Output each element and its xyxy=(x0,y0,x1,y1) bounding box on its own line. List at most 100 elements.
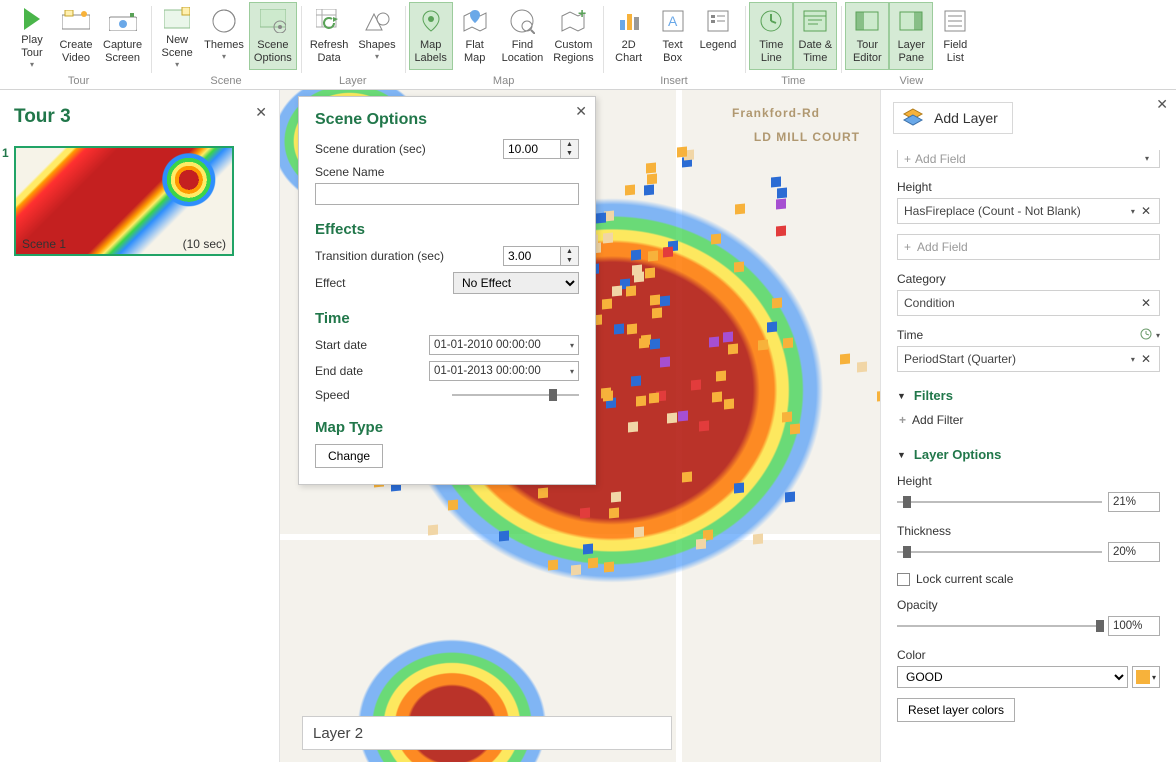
ribbon: Play Tour▾ Create Video Capture Screen T… xyxy=(0,0,1176,90)
popup-close[interactable]: ✕ xyxy=(575,103,587,120)
refresh-icon xyxy=(313,5,345,37)
new-scene-button[interactable]: New Scene▾ xyxy=(155,2,199,70)
text-box-button[interactable]: A Text Box xyxy=(651,2,695,70)
opacity-slider[interactable] xyxy=(897,625,1102,627)
legend-icon xyxy=(702,5,734,37)
scene-group-label: Scene xyxy=(155,75,297,89)
transition-duration-label: Transition duration (sec) xyxy=(315,249,503,263)
insert-group-label: Insert xyxy=(607,75,742,89)
scene-duration-spinner[interactable]: ▲▼ xyxy=(503,139,579,159)
time-field-chip[interactable]: PeriodStart (Quarter)▾✕ xyxy=(897,346,1160,372)
add-layer-button[interactable]: Add Layer xyxy=(893,102,1013,134)
textbox-icon: A xyxy=(657,5,689,37)
camera-icon xyxy=(107,5,139,37)
tour-group-label: Tour xyxy=(10,75,147,89)
scene-thumbnail[interactable]: 1 Scene 1 (10 sec) xyxy=(14,146,265,256)
scene-options-button[interactable]: Scene Options xyxy=(249,2,297,70)
opacity-value[interactable]: 100% xyxy=(1108,616,1160,636)
change-map-button[interactable]: Change xyxy=(315,444,383,468)
shapes-button[interactable]: Shapes▾ xyxy=(353,2,400,70)
map-group-label: Map xyxy=(409,75,599,89)
new-scene-icon xyxy=(161,5,193,32)
start-date-input[interactable]: 01-01-2010 00:00:00▾ xyxy=(429,335,579,355)
capture-screen-button[interactable]: Capture Screen xyxy=(98,2,147,70)
effect-label: Effect xyxy=(315,276,453,290)
lock-scale-checkbox[interactable]: Lock current scale xyxy=(897,572,1160,586)
themes-icon xyxy=(208,5,240,37)
layer-pane-close[interactable]: ✕ xyxy=(1156,96,1168,113)
field-list-icon xyxy=(939,5,971,37)
thickness-value[interactable]: 20% xyxy=(1108,542,1160,562)
end-date-input[interactable]: 01-01-2013 00:00:00▾ xyxy=(429,361,579,381)
tour-editor-button[interactable]: Tour Editor xyxy=(845,2,889,70)
layers-icon xyxy=(902,107,924,129)
map-labels-icon xyxy=(415,5,447,37)
speed-slider[interactable] xyxy=(452,387,579,403)
layer-group-label: Layer xyxy=(305,75,401,89)
shapes-icon xyxy=(361,5,393,37)
add-filter-button[interactable]: +Add Filter xyxy=(897,409,1160,431)
legend-button[interactable]: Legend xyxy=(695,2,742,70)
field-list-button[interactable]: Field List xyxy=(933,2,977,70)
height-slider[interactable] xyxy=(897,501,1102,503)
clock-icon xyxy=(755,5,787,37)
category-label: Category xyxy=(897,272,1160,286)
start-date-label: Start date xyxy=(315,338,429,352)
scene-name-label: Scene 1 xyxy=(22,237,66,251)
create-video-button[interactable]: Create Video xyxy=(54,2,98,70)
thickness-slider[interactable] xyxy=(897,551,1102,553)
layer-pane-icon xyxy=(895,5,927,37)
find-location-button[interactable]: Find Location xyxy=(497,2,549,70)
transition-duration-spinner[interactable]: ▲▼ xyxy=(503,246,579,266)
effects-heading: Effects xyxy=(315,221,579,238)
add-field-partial[interactable]: +Add Field▾ xyxy=(897,150,1160,168)
refresh-data-button[interactable]: Refresh Data xyxy=(305,2,354,70)
remove-icon[interactable]: ✕ xyxy=(1139,352,1153,366)
datetime-icon xyxy=(799,5,831,37)
category-field-chip[interactable]: Condition✕ xyxy=(897,290,1160,316)
tour-editor-pane: Tour 3 ✕ 1 Scene 1 (10 sec) xyxy=(0,90,280,762)
play-tour-button[interactable]: Play Tour▾ xyxy=(10,2,54,70)
video-icon xyxy=(60,5,92,37)
remove-icon[interactable]: ✕ xyxy=(1139,296,1153,310)
time-heading: Time xyxy=(315,310,579,327)
end-date-label: End date xyxy=(315,364,429,378)
height-value[interactable]: 21% xyxy=(1108,492,1160,512)
scene-options-icon xyxy=(257,5,289,37)
time-label: Time ▾ xyxy=(897,328,1160,342)
scene-duration-label: (10 sec) xyxy=(183,237,226,251)
flat-map-icon xyxy=(459,5,491,37)
popup-title: Scene Options xyxy=(315,111,579,129)
opt-thick-label: Thickness xyxy=(897,524,1160,538)
layer-name-box[interactable]: Layer 2 xyxy=(302,716,672,750)
layer-options-section[interactable]: ▼Layer Options xyxy=(897,447,1160,462)
add-field-button[interactable]: +Add Field xyxy=(897,234,1160,260)
scene-name-label: Scene Name xyxy=(315,165,384,179)
tour-close-button[interactable]: ✕ xyxy=(255,104,267,121)
chart-icon xyxy=(613,5,645,37)
find-location-icon xyxy=(506,5,538,37)
svg-text:A: A xyxy=(668,13,678,29)
color-select[interactable]: GOOD xyxy=(897,666,1128,688)
custom-regions-button[interactable]: + Custom Regions xyxy=(548,2,598,70)
layer-pane-button[interactable]: Layer Pane xyxy=(889,2,933,70)
scene-duration-label: Scene duration (sec) xyxy=(315,142,503,156)
color-label: Color xyxy=(897,648,1160,662)
color-swatch[interactable]: ▾ xyxy=(1132,666,1160,688)
scene-name-input[interactable] xyxy=(315,183,579,205)
height-field-chip[interactable]: HasFireplace (Count - Not Blank)▾✕ xyxy=(897,198,1160,224)
themes-button[interactable]: Themes▾ xyxy=(199,2,249,70)
time-line-button[interactable]: Time Line xyxy=(749,2,793,70)
reset-colors-button[interactable]: Reset layer colors xyxy=(897,698,1015,722)
opt-height-label: Height xyxy=(897,474,1160,488)
map-labels-button[interactable]: Map Labels xyxy=(409,2,453,70)
clock-small-icon[interactable] xyxy=(1140,328,1154,342)
effect-select[interactable]: No Effect xyxy=(453,272,579,294)
time-group-label: Time xyxy=(749,75,837,89)
date-time-button[interactable]: Date & Time xyxy=(793,2,837,70)
remove-icon[interactable]: ✕ xyxy=(1139,204,1153,218)
2d-chart-button[interactable]: 2D Chart xyxy=(607,2,651,70)
play-icon xyxy=(16,5,48,32)
filters-section[interactable]: ▼Filters xyxy=(897,388,1160,403)
flat-map-button[interactable]: Flat Map xyxy=(453,2,497,70)
